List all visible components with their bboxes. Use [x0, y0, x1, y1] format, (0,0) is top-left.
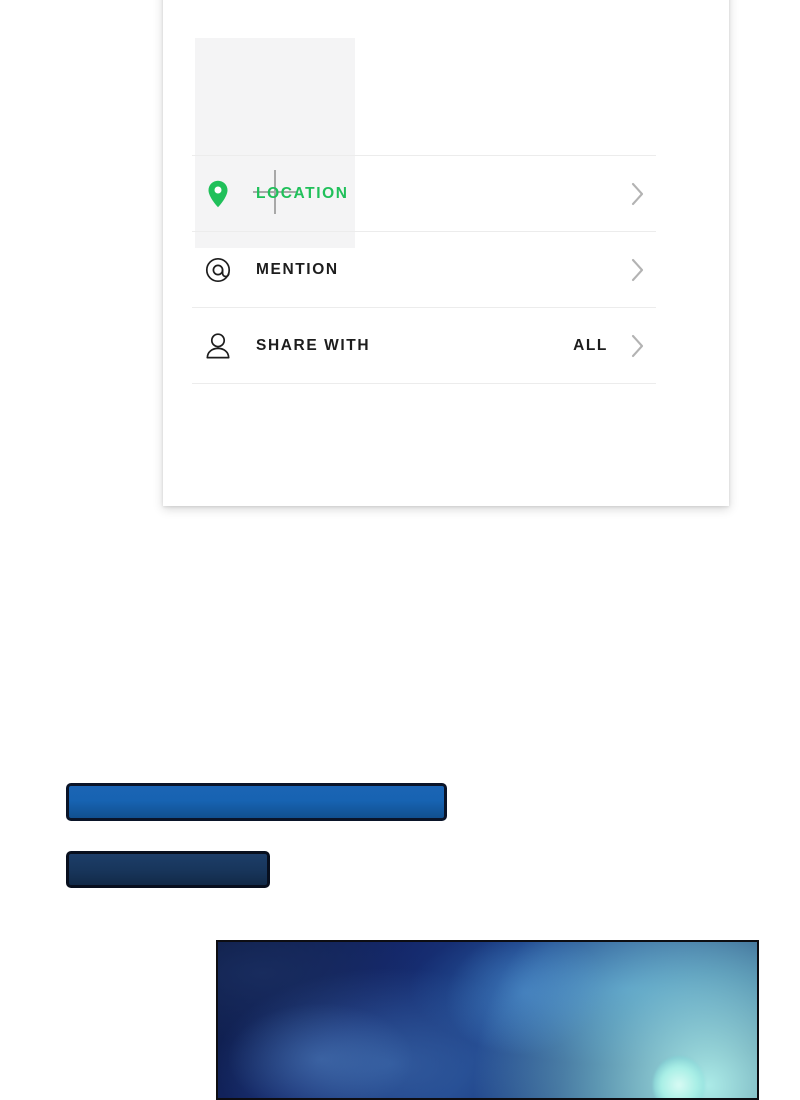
- option-row-mention[interactable]: MENTION: [192, 231, 656, 307]
- option-row-location[interactable]: LOCATION: [192, 155, 656, 231]
- preview-wisp-left: [433, 942, 618, 1070]
- chevron-right-icon[interactable]: [620, 334, 654, 358]
- at-sign-icon: [196, 253, 240, 287]
- chevron-right-icon[interactable]: [620, 182, 654, 206]
- composer-card: LOCATION MENTION SHARE WITH ALL: [163, 0, 729, 506]
- option-label-share-with: SHARE WITH: [256, 336, 371, 354]
- composer-option-list: LOCATION MENTION SHARE WITH ALL: [192, 155, 656, 384]
- preview-light-orb: [653, 1056, 705, 1098]
- option-label-mention: MENTION: [256, 260, 339, 278]
- preview-wisp-right: [228, 1004, 413, 1098]
- chevron-right-icon[interactable]: [620, 258, 654, 282]
- progress-bar-secondary[interactable]: [66, 851, 270, 888]
- progress-bar-primary[interactable]: [66, 783, 447, 821]
- media-preview-thumbnail[interactable]: [216, 940, 759, 1100]
- option-row-share-with[interactable]: SHARE WITH ALL: [192, 307, 656, 384]
- map-pin-icon: [196, 177, 240, 211]
- option-label-location: LOCATION: [256, 184, 349, 202]
- option-value-share-with: ALL: [573, 336, 608, 354]
- person-icon: [196, 329, 240, 363]
